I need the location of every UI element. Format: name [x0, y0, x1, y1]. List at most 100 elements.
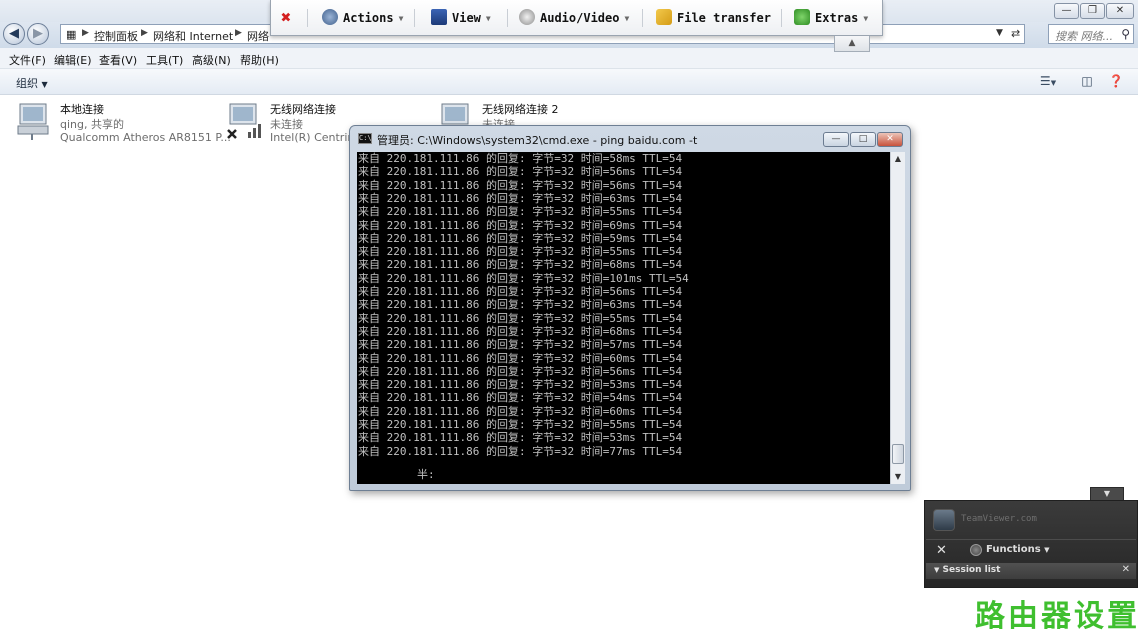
address-dropdown-icon[interactable]: ▼ [996, 28, 1003, 38]
console-line: 来自 220.181.111.86 的回复: 字节=32 时间=63ms TTL… [358, 191, 683, 205]
console-line: 来自 220.181.111.86 的回复: 字节=32 时间=56ms TTL… [358, 364, 683, 378]
close-button[interactable]: ✕ [1106, 3, 1134, 19]
console-output[interactable]: 来自 220.181.111.86 的回复: 字节=32 时间=58ms TTL… [357, 152, 890, 484]
forward-icon[interactable]: ▶ [27, 23, 49, 45]
connection-adapter: Qualcomm Atheros AR8151 P... [60, 131, 231, 144]
teamviewer-logo-icon [933, 509, 955, 531]
file-transfer-label: File transfer [677, 11, 771, 25]
search-box[interactable]: 搜索 网络... ⚲ [1048, 24, 1134, 44]
toolbar-divider [307, 9, 308, 27]
minimize-button[interactable]: — [1054, 3, 1079, 19]
puzzle-icon [794, 9, 810, 25]
menu-edit[interactable]: 编辑(E) [54, 52, 92, 68]
chevron-down-icon: ▼ [41, 80, 48, 89]
cmd-title: 管理员: C:\Windows\system32\cmd.exe - ping … [377, 134, 698, 147]
console-line: 来自 220.181.111.86 的回复: 字节=32 时间=69ms TTL… [358, 218, 683, 232]
actions-label: Actions [343, 11, 394, 25]
console-line: 来自 220.181.111.86 的回复: 字节=32 时间=63ms TTL… [358, 298, 683, 312]
menu-bar: 文件(F) 编辑(E) 查看(V) 工具(T) 高级(N) 帮助(H) [0, 48, 1138, 69]
console-line: 来自 220.181.111.86 的回复: 字节=32 时间=68ms TTL… [358, 324, 683, 338]
extras-label: Extras [815, 11, 859, 25]
panel-collapse-icon[interactable]: ▼ [1090, 487, 1124, 501]
console-line: 来自 220.181.111.86 的回复: 字节=32 时间=56ms TTL… [358, 165, 683, 179]
breadcrumb-network[interactable]: 网络 [247, 28, 269, 44]
console-line: 来自 220.181.111.86 的回复: 字节=32 时间=56ms TTL… [358, 178, 683, 192]
command-bar: 组织 ▼ ☰▼ ◫ ❓ [0, 69, 1138, 95]
breadcrumb-separator-icon[interactable]: ▶ [141, 28, 148, 38]
menu-advanced[interactable]: 高级(N) [192, 52, 231, 68]
breadcrumb-separator-icon[interactable]: ▶ [82, 28, 89, 38]
file-transfer-button[interactable]: File transfer [656, 8, 771, 28]
cmd-close-button[interactable]: ✕ [877, 132, 903, 147]
console-line: 来自 220.181.111.86 的回复: 字节=32 时间=59ms TTL… [358, 231, 683, 245]
session-list-header[interactable]: ▼ Session list ✕ [926, 563, 1136, 579]
session-list-label: ▼ Session list [934, 565, 1000, 575]
console-line: 来自 220.181.111.86 的回复: 字节=32 时间=60ms TTL… [358, 351, 683, 365]
toolbar-divider [507, 9, 508, 27]
monitor-icon [431, 9, 447, 25]
console-line: 来自 220.181.111.86 的回复: 字节=32 时间=55ms TTL… [358, 311, 683, 325]
chevron-down-icon: ▼ [934, 566, 940, 574]
close-icon[interactable]: ✕ [1122, 564, 1130, 575]
view-label: View [452, 11, 481, 25]
functions-label: Functions [986, 544, 1041, 555]
connection-wireless[interactable]: 无线网络连接 未连接 Intel(R) Centrino [226, 100, 351, 148]
breadcrumb-control-panel[interactable]: 控制面板 [94, 28, 138, 44]
cmd-window[interactable]: C:\ 管理员: C:\Windows\system32\cmd.exe - p… [349, 125, 911, 491]
close-icon[interactable]: ✖ [281, 8, 291, 28]
breadcrumb-network-internet[interactable]: 网络和 Internet [153, 28, 233, 44]
preview-pane-icon[interactable]: ◫ [1079, 73, 1095, 89]
site-watermark: 路由器设置 [975, 599, 1138, 634]
close-icon[interactable]: ✕ [936, 543, 947, 558]
scroll-thumb[interactable] [892, 444, 904, 464]
back-icon[interactable]: ◀ [3, 23, 25, 45]
chevron-down-icon: ▼ [624, 14, 630, 23]
console-line: 来自 220.181.111.86 的回复: 字节=32 时间=77ms TTL… [358, 444, 683, 458]
console-line: 来自 220.181.111.86 的回复: 字节=32 时间=53ms TTL… [358, 378, 683, 392]
restore-button[interactable]: ❐ [1080, 3, 1105, 19]
search-icon[interactable]: ⚲ [1121, 27, 1130, 41]
console-line: 来自 220.181.111.86 的回复: 字节=32 时间=101ms TT… [358, 271, 689, 285]
change-view-icon[interactable]: ☰▼ [1034, 73, 1062, 89]
console-icon: C:\ [358, 133, 372, 144]
help-icon[interactable]: ❓ [1108, 73, 1124, 89]
cmd-maximize-button[interactable]: □ [850, 132, 876, 147]
refresh-icon[interactable]: ⇄ [1011, 27, 1020, 40]
connection-adapter: Intel(R) Centrino [270, 131, 351, 144]
toolbar-divider [642, 9, 643, 27]
session-list-text: Session list [942, 565, 1001, 575]
console-line: 来自 220.181.111.86 的回复: 字节=32 时间=54ms TTL… [358, 391, 683, 405]
console-line: 来自 220.181.111.86 的回复: 字节=32 时间=68ms TTL… [358, 258, 683, 272]
menu-help[interactable]: 帮助(H) [240, 52, 279, 68]
cmd-scrollbar[interactable]: ▲ ▼ [890, 152, 905, 484]
connection-status: 未连接 [270, 118, 303, 131]
wireless-adapter-icon [227, 103, 261, 139]
console-line: 来自 220.181.111.86 的回复: 字节=32 时间=56ms TTL… [358, 285, 683, 298]
organize-button[interactable]: 组织 ▼ [16, 75, 48, 91]
extras-menu[interactable]: Extras ▼ [794, 8, 868, 28]
menu-tools[interactable]: 工具(T) [146, 52, 183, 68]
audio-video-label: Audio/Video [540, 11, 620, 25]
functions-menu[interactable]: Functions ▼ [986, 544, 1050, 555]
menu-view[interactable]: 查看(V) [99, 52, 137, 68]
chevron-down-icon: ▼ [1044, 546, 1050, 554]
cmd-minimize-button[interactable]: — [823, 132, 849, 147]
menu-file[interactable]: 文件(F) [9, 52, 46, 68]
console-line: 来自 220.181.111.86 的回复: 字节=32 时间=60ms TTL… [358, 404, 683, 418]
scroll-up-icon[interactable]: ▲ [891, 152, 905, 166]
connection-local[interactable]: 本地连接 qing, 共享的 Qualcomm Atheros AR8151 P… [16, 100, 231, 148]
control-panel-icon: ▦ [66, 28, 77, 41]
gear-icon [322, 9, 338, 25]
network-adapter-icon [17, 103, 49, 140]
view-menu[interactable]: View ▼ [431, 8, 491, 28]
actions-menu[interactable]: Actions ▼ [322, 8, 403, 28]
chevron-down-icon: ▼ [863, 14, 869, 23]
connection-status: qing, 共享的 [60, 118, 124, 131]
audio-video-menu[interactable]: Audio/Video ▼ [519, 8, 629, 28]
breadcrumb-separator-icon[interactable]: ▶ [235, 28, 242, 38]
search-input[interactable]: 搜索 网络... [1055, 28, 1113, 44]
scroll-down-icon[interactable]: ▼ [891, 470, 905, 484]
console-line: 来自 220.181.111.86 的回复: 字节=32 时间=55ms TTL… [358, 245, 683, 259]
toolbar-collapse-icon[interactable]: ▲ [834, 36, 870, 52]
console-line: 来自 220.181.111.86 的回复: 字节=32 时间=57ms TTL… [358, 338, 683, 352]
